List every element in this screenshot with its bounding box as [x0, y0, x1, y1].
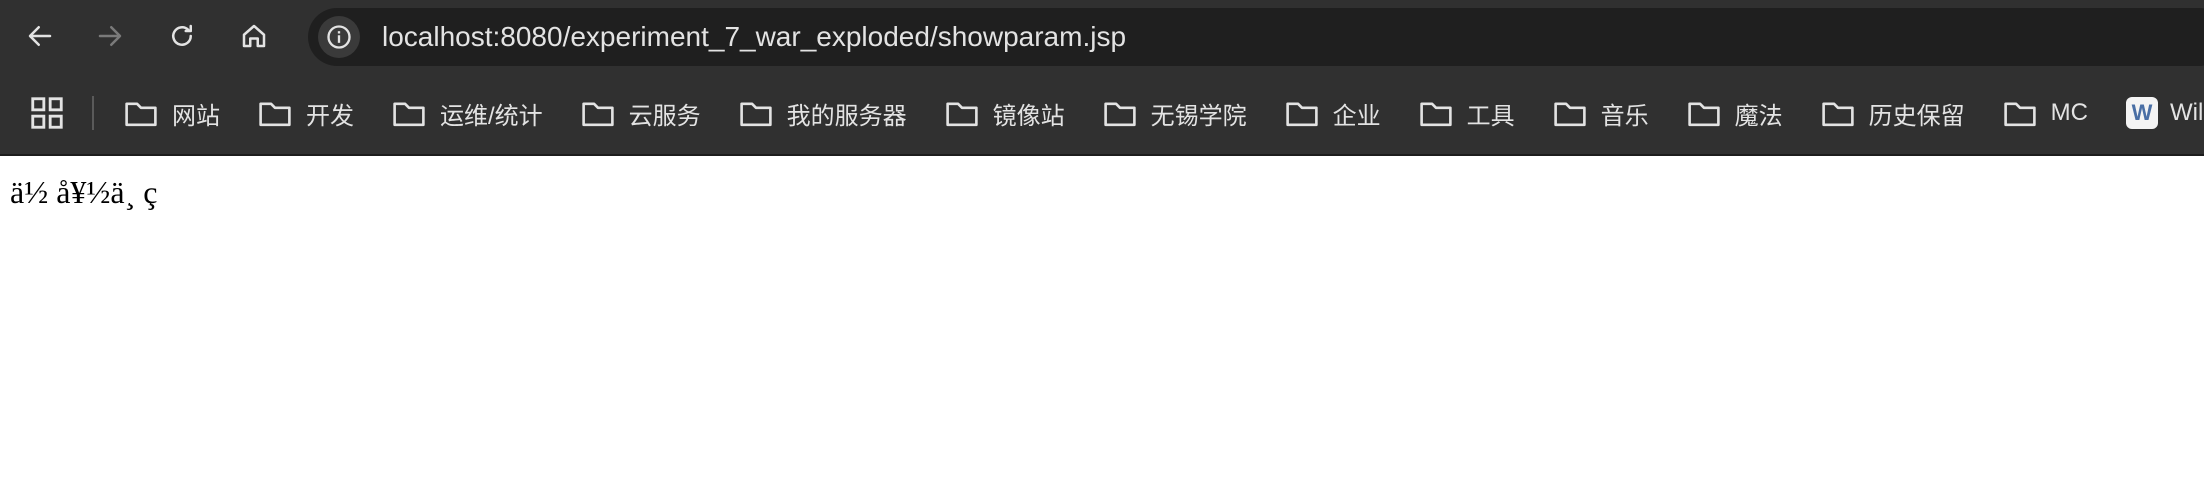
arrow-right-icon — [98, 26, 122, 46]
site-info-button[interactable] — [318, 16, 360, 58]
bookmark-label: 开发 — [306, 102, 354, 130]
folder-icon — [1687, 102, 1720, 127]
bookmark-folder[interactable]: 企业 — [1285, 96, 1381, 131]
reload-button[interactable] — [156, 10, 208, 62]
folder-icon — [1419, 102, 1452, 127]
page-body-text: ä½ å¥½ä¸ ç — [10, 174, 158, 210]
forward-button[interactable] — [84, 10, 136, 62]
folder-icon — [1103, 102, 1136, 127]
bookmark-list: 网站 开发 运维/统计 云服务 我的服务器 镜像站 无锡学院 企业 工具 音乐 … — [124, 72, 2204, 154]
bookmark-folder[interactable]: 网站 — [124, 96, 220, 131]
bookmark-folder[interactable]: 镜像站 — [945, 96, 1065, 131]
bookmark-label: 历史保留 — [1868, 102, 1965, 130]
bookmark-folder[interactable]: 历史保留 — [1821, 96, 1965, 131]
folder-icon — [1285, 102, 1318, 127]
bookmark-label: 网站 — [172, 102, 220, 130]
folder-icon — [2003, 102, 2036, 127]
bookmark-wildc[interactable]: W WildC — [2126, 97, 2204, 129]
address-bar[interactable]: localhost:8080/experiment_7_war_exploded… — [308, 8, 2204, 66]
folder-icon — [1821, 102, 1854, 127]
bookmark-folder[interactable]: 工具 — [1419, 96, 1515, 131]
bookmarks-bar: 网站 开发 运维/统计 云服务 我的服务器 镜像站 无锡学院 企业 工具 音乐 … — [0, 72, 2204, 156]
bookmark-label: 工具 — [1466, 102, 1515, 130]
bookmark-folder[interactable]: 魔法 — [1687, 96, 1783, 131]
folder-icon — [393, 102, 425, 127]
bookmark-label: 魔法 — [1734, 102, 1783, 130]
bookmark-folder[interactable]: 音乐 — [1553, 96, 1649, 131]
apps-grid-icon[interactable] — [28, 94, 66, 132]
bookmark-folder[interactable]: 运维/统计 — [392, 96, 543, 131]
bookmark-folder[interactable]: 云服务 — [581, 96, 701, 131]
bookmark-label: 无锡学院 — [1150, 102, 1247, 130]
home-icon — [242, 24, 266, 48]
bookmark-folder[interactable]: MC — [2003, 98, 2088, 128]
arrow-left-icon — [28, 26, 52, 46]
bookmark-label: 企业 — [1332, 102, 1381, 130]
bookmark-label: 镜像站 — [992, 102, 1065, 130]
bookmark-label: MC — [2050, 99, 2088, 126]
bookmark-folder[interactable]: 无锡学院 — [1103, 96, 1247, 131]
folder-icon — [945, 102, 978, 127]
url-text[interactable]: localhost:8080/experiment_7_war_exploded… — [382, 8, 1126, 66]
bookmark-label: 云服务 — [628, 102, 701, 130]
browser-toolbar: localhost:8080/experiment_7_war_exploded… — [0, 0, 2204, 72]
bookmark-label: WildC — [2170, 99, 2204, 126]
info-icon — [327, 25, 351, 49]
bookmarks-separator — [92, 96, 94, 130]
folder-icon — [581, 102, 614, 127]
site-favicon: W — [2126, 97, 2158, 129]
bookmark-label: 我的服务器 — [786, 102, 907, 130]
reload-icon — [172, 24, 192, 46]
home-button[interactable] — [228, 10, 280, 62]
folder-icon — [125, 102, 157, 127]
bookmark-label: 运维/统计 — [440, 102, 543, 130]
folder-icon — [739, 102, 772, 127]
bookmark-label: 音乐 — [1600, 102, 1649, 130]
folder-icon — [1553, 102, 1586, 127]
folder-icon — [259, 102, 291, 127]
bookmark-folder[interactable]: 我的服务器 — [739, 96, 907, 131]
back-button[interactable] — [14, 10, 66, 62]
bookmark-folder[interactable]: 开发 — [258, 96, 354, 131]
